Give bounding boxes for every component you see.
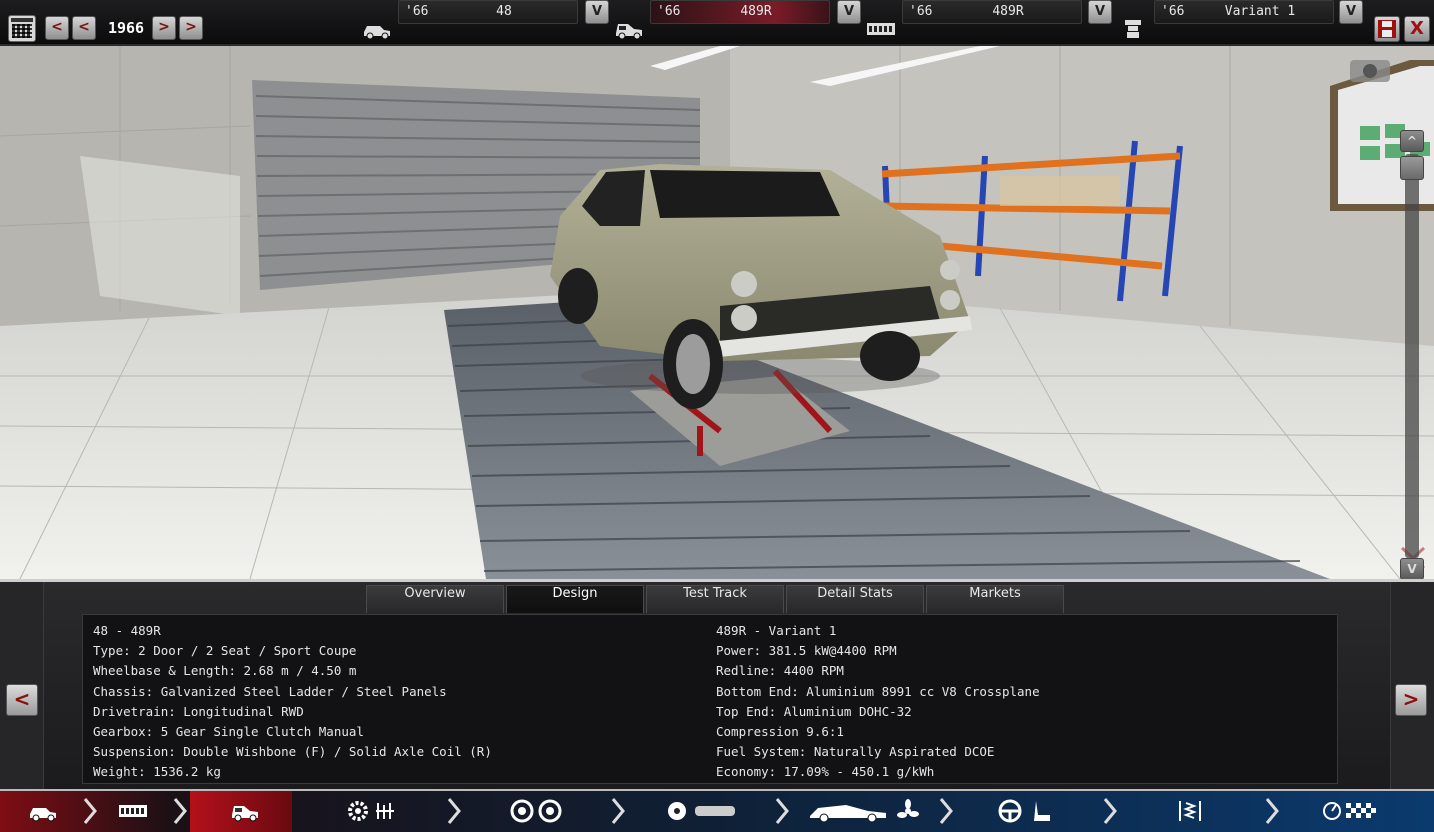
engine-spec-fuel-system: Fuel System: Naturally Aspirated DCOE — [716, 744, 995, 760]
engine-spec-title: 489R - Variant 1 — [716, 623, 837, 638]
checkered-flag-icon — [1323, 802, 1376, 820]
model-name: 48 — [496, 4, 512, 19]
gear-icon — [348, 801, 394, 821]
chevron-right-icon — [611, 798, 625, 824]
car-spec-chassis: Chassis: Galvanized Steel Ladder / Steel… — [93, 683, 447, 699]
model-selector[interactable]: '66 48 — [398, 0, 578, 24]
tab-overview[interactable]: Overview — [366, 585, 504, 613]
car-model-icon — [364, 26, 390, 40]
year-forward-button[interactable]: > — [152, 16, 176, 40]
engine-family-selector[interactable]: '66 489R — [902, 0, 1082, 24]
engine-spec-bottom-end: Bottom End: Aluminium 8991 cc V8 Crosspl… — [716, 683, 1040, 699]
design-steps-bar — [0, 789, 1434, 832]
previous-page-button[interactable]: < — [6, 684, 38, 716]
garage-viewport[interactable]: ^ V — [0, 46, 1434, 579]
engine-spec-top-end: Top End: Aluminium DOHC-32 — [716, 703, 912, 719]
engine-spec-redline: Redline: 4400 RPM — [716, 663, 844, 679]
engine-variant-dropdown-button[interactable]: V — [1339, 0, 1363, 24]
car-spec-drivetrain: Drivetrain: Longitudinal RWD — [93, 703, 304, 719]
engine-variant-selector[interactable]: '66 Variant 1 — [1154, 0, 1334, 24]
step-trim[interactable] — [190, 791, 292, 832]
car-spec-title: 48 - 489R — [93, 623, 161, 638]
car-spec-type: Type: 2 Door / 2 Seat / Sport Coupe — [93, 643, 357, 659]
tab-detail-stats[interactable]: Detail Stats — [786, 585, 924, 613]
steering-wheel-icon — [998, 799, 1050, 823]
step-testing[interactable] — [1290, 791, 1430, 832]
car-model-icon — [30, 808, 56, 822]
tab-design[interactable]: Design — [506, 585, 644, 613]
chevron-right-icon — [1265, 798, 1279, 824]
step-interior[interactable] — [990, 791, 1090, 832]
chevron-right-icon — [447, 798, 461, 824]
scroll-track[interactable] — [1405, 154, 1419, 558]
chevron-right-icon — [1103, 798, 1117, 824]
close-button[interactable]: X — [1404, 16, 1430, 42]
model-dropdown-button[interactable]: V — [585, 0, 609, 24]
step-suspension[interactable] — [1160, 791, 1250, 832]
engine-block-icon — [119, 805, 147, 817]
step-engine[interactable] — [100, 791, 170, 832]
body-aero-icon — [810, 799, 919, 823]
chevron-right-icon — [775, 798, 789, 824]
zoom-scroll-control: ^ V — [1399, 130, 1427, 579]
garage-scene — [0, 46, 1434, 579]
model-year: '66 — [405, 4, 429, 19]
step-engine-parts[interactable] — [330, 791, 440, 832]
tab-test-track[interactable]: Test Track — [646, 585, 784, 613]
step-brakes[interactable] — [655, 791, 765, 832]
chevron-right-icon — [83, 798, 97, 824]
engine-spec-power: Power: 381.5 kW@4400 RPM — [716, 643, 897, 659]
engine-family-dropdown-button[interactable]: V — [1088, 0, 1112, 24]
engine-spec-list: 489R - Variant 1 Power: 381.5 kW@4400 RP… — [716, 621, 1040, 783]
engine-family-icon — [867, 23, 895, 35]
next-page-button[interactable]: > — [1395, 684, 1427, 716]
year-forward-fast-button[interactable]: > — [179, 16, 203, 40]
car-spec-list: 48 - 489R Type: 2 Door / 2 Seat / Sport … — [93, 621, 492, 783]
car-spec-weight: Weight: 1536.2 kg — [93, 764, 221, 780]
engine-spec-compression: Compression 9.6:1 — [716, 723, 844, 739]
engine-family-name: 489R — [992, 4, 1024, 19]
top-toolbar: < < 1966 > > '66 48 V '66 489R V '66 489… — [0, 0, 1434, 46]
car-spec-suspension: Suspension: Double Wishbone (F) / Solid … — [93, 744, 492, 760]
wheels-icon — [510, 799, 562, 823]
spec-summary: 48 - 489R Type: 2 Door / 2 Seat / Sport … — [82, 614, 1338, 784]
chevron-right-icon — [173, 798, 187, 824]
calendar-icon[interactable] — [8, 15, 36, 42]
engine-variant-name: Variant 1 — [1224, 4, 1296, 19]
tab-markets[interactable]: Markets — [926, 585, 1064, 613]
year-back-button[interactable]: < — [45, 16, 69, 40]
info-panel: Overview Design Test Track Detail Stats … — [0, 579, 1434, 792]
engine-spec-economy: Economy: 17.09% - 450.1 g/kWh — [716, 764, 935, 780]
car-spec-wheelbase: Wheelbase & Length: 2.68 m / 4.50 m — [93, 663, 357, 679]
trim-dropdown-button[interactable]: V — [837, 0, 861, 24]
scroll-up-button[interactable]: ^ — [1400, 130, 1424, 152]
step-car-model[interactable] — [0, 791, 80, 832]
camera-icon — [1350, 60, 1390, 82]
trim-name: 489R — [740, 4, 772, 19]
car-trim-icon — [232, 806, 258, 822]
step-wheels[interactable] — [490, 791, 600, 832]
save-button[interactable] — [1374, 16, 1400, 42]
scroll-down-button[interactable]: V — [1400, 558, 1424, 579]
trim-year: '66 — [657, 4, 681, 19]
engine-family-year: '66 — [909, 4, 933, 19]
year-display: 1966 — [107, 19, 145, 37]
year-back-fast-button[interactable]: < — [72, 16, 96, 40]
chevron-right-icon — [939, 798, 953, 824]
brake-disc-icon — [668, 802, 735, 820]
engine-variant-icon — [1125, 20, 1141, 38]
trim-selector[interactable]: '66 489R — [650, 0, 830, 24]
save-icon — [1378, 20, 1396, 38]
scroll-thumb[interactable] — [1400, 156, 1424, 180]
car-spec-gearbox: Gearbox: 5 Gear Single Clutch Manual — [93, 723, 364, 739]
car-trim-icon — [616, 24, 642, 40]
suspension-spring-icon — [1179, 801, 1201, 821]
step-body-aero[interactable] — [800, 791, 930, 832]
engine-variant-year: '66 — [1161, 4, 1185, 19]
